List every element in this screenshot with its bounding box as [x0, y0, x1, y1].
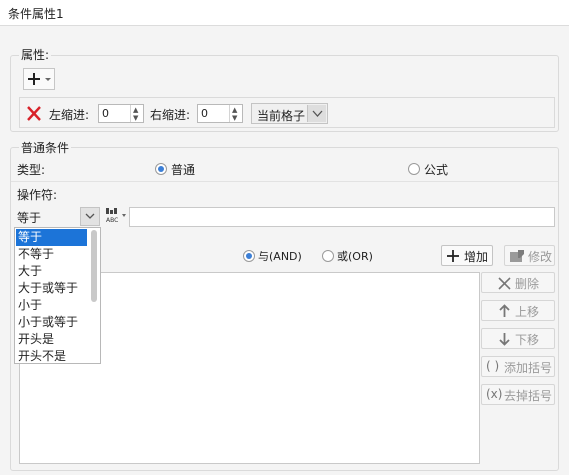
arrow-up-icon: [499, 304, 510, 317]
left-indent-label: 左缩进:: [49, 108, 90, 122]
move-down-button-label: 下移: [515, 333, 540, 347]
add-button[interactable]: 增加: [441, 245, 493, 266]
divider: [11, 181, 558, 182]
operator-label: 操作符:: [17, 188, 58, 202]
bracket-icon: ( ): [486, 359, 500, 373]
close-icon: [498, 277, 511, 290]
condition-value-input[interactable]: [129, 207, 555, 227]
add-attribute-button[interactable]: [23, 68, 55, 90]
and-radio[interactable]: [243, 250, 255, 262]
arrow-down-icon: [499, 333, 510, 346]
add-bracket-button[interactable]: ( ) 添加括号: [481, 356, 555, 377]
add-bracket-button-label: 添加括号: [504, 361, 553, 375]
right-indent-spinner[interactable]: 0 ▲ ▼: [197, 104, 243, 123]
type-normal-label[interactable]: 普通: [171, 161, 195, 178]
operator-selected: 等于: [17, 211, 42, 225]
remove-bracket-button[interactable]: (x) 去掉括号: [481, 384, 555, 405]
move-up-button-label: 上移: [515, 305, 540, 319]
delete-attribute-button[interactable]: [24, 104, 44, 123]
type-formula-label[interactable]: 公式: [424, 161, 448, 178]
svg-text:ABC: ABC: [106, 217, 118, 224]
operator-option[interactable]: 开头是: [16, 331, 87, 348]
remove-bracket-icon: (x): [486, 387, 503, 401]
operator-option[interactable]: 大于: [16, 263, 87, 280]
left-indent-spinner[interactable]: 0 ▲ ▼: [98, 104, 144, 123]
and-label[interactable]: 与(AND): [258, 248, 302, 264]
left-indent-value: 0: [102, 107, 109, 120]
down-arrow-icon[interactable]: ▼: [133, 114, 138, 122]
add-button-label: 增加: [464, 250, 489, 264]
chevron-down-icon[interactable]: [307, 105, 326, 122]
type-normal-radio[interactable]: [155, 163, 167, 175]
operator-option[interactable]: 大于或等于: [16, 280, 87, 297]
plus-icon: [447, 250, 459, 262]
modify-button[interactable]: 修改: [504, 245, 555, 266]
operator-option[interactable]: 小于或等于: [16, 314, 87, 331]
modify-button-label: 修改: [528, 250, 553, 264]
operator-option[interactable]: 不等于: [16, 246, 87, 263]
operator-dropdown-list[interactable]: 等于 不等于 大于 大于或等于 小于 小于或等于 开头是 开头不是: [14, 227, 101, 364]
up-arrow-icon[interactable]: ▲: [133, 106, 138, 114]
scope-select[interactable]: 当前格子: [251, 103, 328, 124]
or-label[interactable]: 或(OR): [337, 248, 373, 264]
spinner-arrows[interactable]: ▲ ▼: [130, 105, 143, 122]
dropdown-scrollbar[interactable]: [91, 230, 97, 302]
type-label: 类型:: [17, 163, 46, 177]
right-indent-label: 右缩进:: [150, 108, 191, 122]
scope-value: 当前格子: [257, 109, 306, 123]
operator-option[interactable]: 开头不是: [16, 348, 87, 365]
window-title: 条件属性1: [8, 7, 64, 21]
chevron-down-icon[interactable]: [80, 207, 100, 226]
spinner-arrows[interactable]: ▲ ▼: [229, 105, 242, 122]
down-arrow-icon[interactable]: ▼: [232, 114, 237, 122]
right-indent-value: 0: [201, 107, 208, 120]
operator-select[interactable]: 等于: [14, 206, 101, 227]
move-down-button[interactable]: 下移: [481, 328, 555, 349]
operator-option[interactable]: 小于: [16, 297, 87, 314]
type-formula-radio[interactable]: [408, 163, 420, 175]
abc-picker-button[interactable]: ABC: [103, 206, 127, 226]
abc-icon: ABC: [106, 208, 126, 224]
title-bar: 条件属性1: [0, 0, 569, 26]
edit-icon: [510, 250, 524, 262]
remove-bracket-button-label: 去掉括号: [504, 389, 553, 403]
up-arrow-icon[interactable]: ▲: [232, 106, 237, 114]
condition-legend: 普通条件: [19, 139, 72, 156]
delete-button[interactable]: 删除: [481, 272, 555, 293]
operator-option[interactable]: 等于: [16, 229, 87, 246]
red-x-icon: [27, 106, 41, 121]
plus-dropdown-icon: [28, 73, 51, 85]
move-up-button[interactable]: 上移: [481, 300, 555, 321]
delete-button-label: 删除: [515, 277, 540, 291]
attributes-legend: 属性:: [19, 46, 52, 63]
or-radio[interactable]: [322, 250, 334, 262]
